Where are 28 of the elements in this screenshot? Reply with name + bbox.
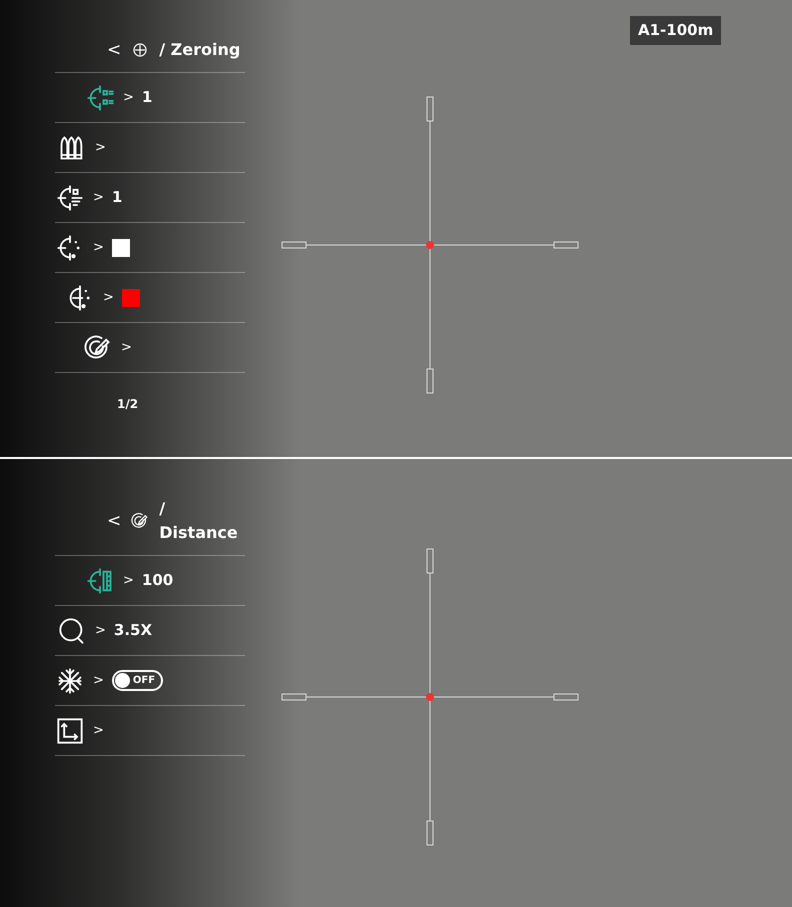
chevron: > <box>93 238 104 257</box>
range-label: A1-100m <box>630 16 722 44</box>
chevron: > <box>123 572 134 590</box>
back-button[interactable]: < <box>107 512 122 530</box>
chevron: > <box>93 722 104 740</box>
reticle-list-icon[interactable] <box>85 84 115 112</box>
menu-value: 1 <box>112 187 122 208</box>
page-indicator: 1/2 <box>116 396 140 413</box>
target-icon <box>131 512 150 530</box>
center-dot-icon <box>426 241 434 249</box>
chevron: > <box>95 138 106 157</box>
chevron: > <box>95 622 106 640</box>
back-button[interactable]: < <box>107 42 122 58</box>
crosshair-icon <box>131 41 150 59</box>
chevron: > <box>121 338 132 357</box>
menu-value: 1 <box>142 87 152 108</box>
chevron: > <box>103 288 114 307</box>
reticle-bars-icon[interactable] <box>55 184 85 212</box>
center-dot-icon <box>426 693 434 701</box>
menu-value: 3.5X <box>114 620 152 642</box>
menu-value: 100 <box>142 570 174 592</box>
chevron: > <box>123 88 134 107</box>
chevron: > <box>93 672 104 690</box>
chevron: > <box>93 188 104 207</box>
toggle-switch[interactable]: OFF <box>112 670 164 691</box>
menu-title: / Zeroing <box>159 39 240 61</box>
axes-icon[interactable] <box>55 716 85 744</box>
menu-title: / Distance <box>159 498 239 544</box>
